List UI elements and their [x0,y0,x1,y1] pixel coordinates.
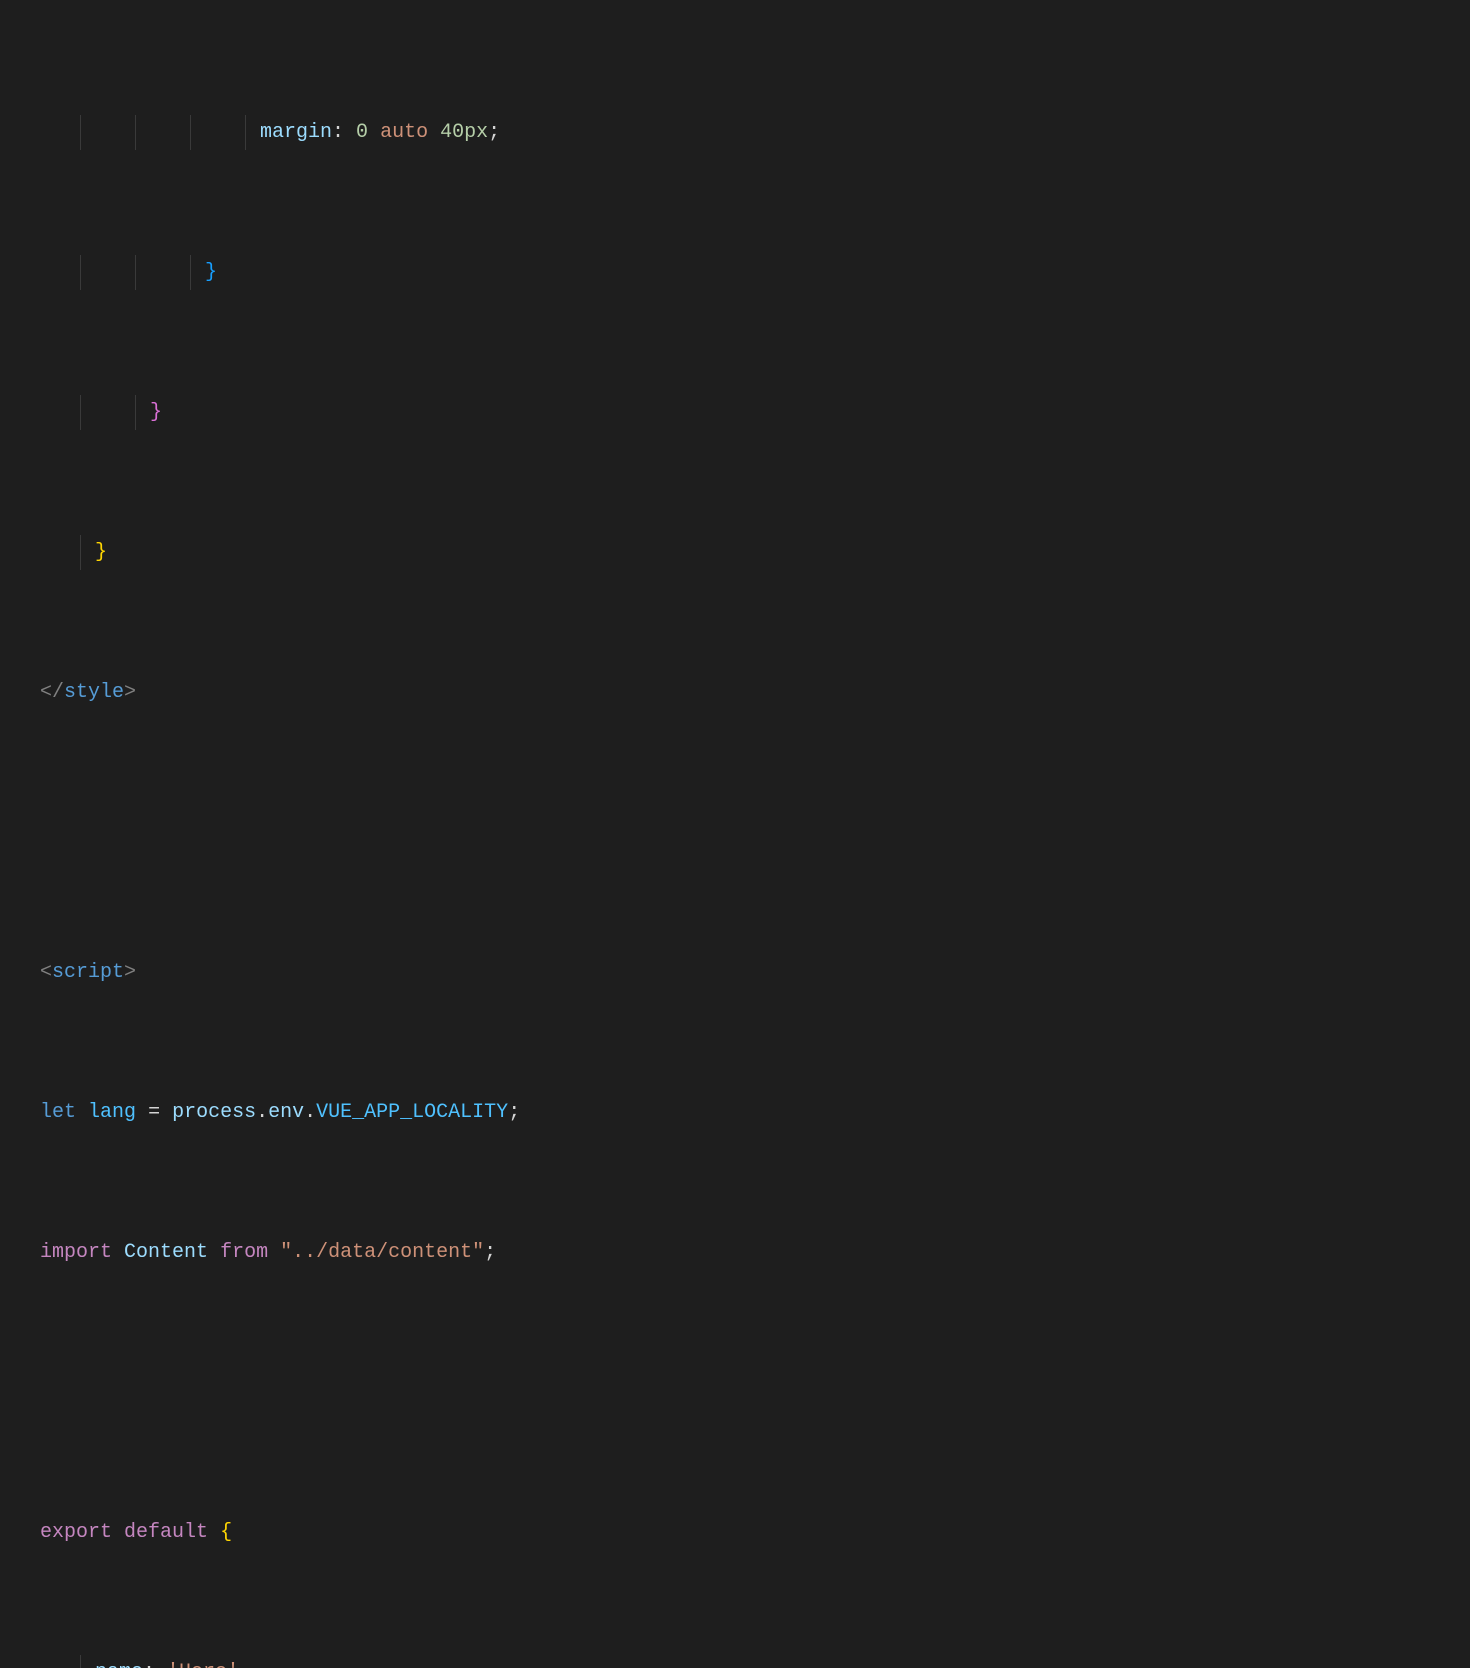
css-property: margin [260,115,332,150]
string: 'Hero' [167,1655,239,1668]
code-token [428,115,440,150]
code-line[interactable] [40,815,1430,850]
code-line[interactable]: name: 'Hero', [40,1655,1430,1668]
brace: } [150,395,162,430]
identifier: env [268,1095,304,1130]
keyword: let [40,1095,76,1130]
code-line[interactable]: } [40,255,1430,290]
code-token: : [143,1655,167,1668]
code-token [208,1515,220,1550]
string: "../data/content" [280,1235,484,1270]
keyword: from [220,1235,268,1270]
tag-name: style [64,675,124,710]
constant: VUE_APP_LOCALITY [316,1095,508,1130]
code-line[interactable]: margin: 0 auto 40px; [40,115,1430,150]
brace: } [205,255,217,290]
brace: } [95,535,107,570]
keyword: default [124,1515,208,1550]
keyword: export [40,1515,112,1550]
code-token [76,1095,88,1130]
code-token: : [332,115,356,150]
code-token: ; [484,1235,496,1270]
css-value: auto [380,115,428,150]
code-token: , [239,1655,251,1668]
code-token [368,115,380,150]
tag-bracket: > [124,675,136,710]
code-line[interactable]: export default { [40,1515,1430,1550]
code-token [136,1095,148,1130]
code-line[interactable]: </style> [40,675,1430,710]
property: name [95,1655,143,1668]
code-token [268,1235,280,1270]
css-value: 0 [356,115,368,150]
code-line[interactable]: import Content from "../data/content"; [40,1235,1430,1270]
code-token [160,1095,172,1130]
code-token [112,1235,124,1270]
code-token [208,1235,220,1270]
identifier: process [172,1095,256,1130]
keyword: import [40,1235,112,1270]
code-line[interactable]: <script> [40,955,1430,990]
variable: lang [88,1095,136,1130]
code-editor[interactable]: margin: 0 auto 40px; } } } </style> <scr… [0,0,1470,1668]
code-token: . [256,1095,268,1130]
tag-bracket: < [40,955,52,990]
brace: { [220,1515,232,1550]
code-line[interactable]: } [40,535,1430,570]
operator: = [148,1095,160,1130]
css-value: 40px [440,115,488,150]
code-token: . [304,1095,316,1130]
code-line[interactable]: let lang = process.env.VUE_APP_LOCALITY; [40,1095,1430,1130]
code-line[interactable] [40,1375,1430,1410]
tag-name: script [52,955,124,990]
code-token: ; [488,115,500,150]
code-token: ; [508,1095,520,1130]
code-line[interactable]: } [40,395,1430,430]
tag-bracket: > [124,955,136,990]
identifier: Content [124,1235,208,1270]
code-token [112,1515,124,1550]
tag-bracket: </ [40,675,64,710]
